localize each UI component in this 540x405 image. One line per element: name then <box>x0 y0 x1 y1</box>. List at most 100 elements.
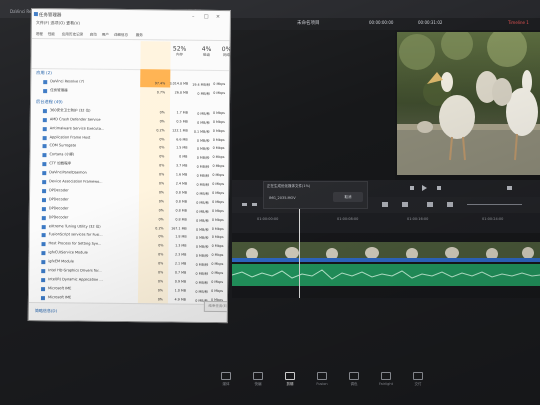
process-icon <box>42 117 47 122</box>
process-name: Intel(R) Dynamic Application ... <box>48 277 103 282</box>
process-icon <box>40 295 45 300</box>
process-icon <box>41 286 46 291</box>
page-tab-6[interactable]: 交付 <box>404 366 432 394</box>
page-tab-label: 媒体 <box>222 382 230 386</box>
stop-icon <box>410 186 414 190</box>
process-name: Intel HD Graphics Drivers for... <box>48 268 102 273</box>
process-icon <box>43 80 48 85</box>
process-icon <box>42 126 47 131</box>
fewer-details-link[interactable]: 简略信息(D) <box>35 308 57 314</box>
memory-value: 1.0 MB <box>174 288 187 293</box>
end-task-button[interactable]: 结束任务(E) <box>203 300 231 313</box>
process-icon <box>42 153 47 158</box>
group-header[interactable]: 后台进程 (49) <box>36 99 63 105</box>
page-tab-label: 剪辑 <box>286 382 294 386</box>
audio-clip[interactable] <box>231 264 540 286</box>
page-tab-label: Fusion <box>316 382 328 386</box>
page-tab-1[interactable]: 快编 <box>244 366 272 394</box>
process-icon <box>41 269 46 274</box>
process-name: DPDecoder <box>48 196 69 202</box>
group-header[interactable]: 应用 (2) <box>36 70 52 76</box>
network-value: 0 Mbps <box>211 270 224 276</box>
network-value: 0 Mbps <box>213 90 226 95</box>
source-timecode: 00:00:00:00 <box>369 20 394 25</box>
page-tab-5[interactable]: Fairlight <box>372 366 400 394</box>
page-icon <box>317 372 327 380</box>
process-name: igfxEM Module <box>48 259 74 264</box>
page-icon <box>413 372 423 380</box>
page-tab-2[interactable]: 剪辑 <box>276 366 304 394</box>
process-name: AMD Crash Defender Service <box>49 116 101 122</box>
process-icon <box>41 197 47 202</box>
network-value: 0 Mbps <box>211 253 224 258</box>
process-name: Microsoft IME <box>48 285 72 291</box>
page-icon <box>253 372 263 380</box>
network-value: 0 Mbps <box>212 128 225 133</box>
ruler-tick-1: 01:00:08:00 <box>337 217 359 221</box>
memory-value: 0.7 MB <box>174 270 187 275</box>
process-name: DaVinciPanelDaemon <box>49 170 87 175</box>
process-icon <box>41 233 46 238</box>
page-tab-0[interactable]: 媒体 <box>212 366 240 394</box>
cpu-value: 0% <box>158 208 164 213</box>
source-viewer <box>232 30 395 180</box>
cpu-value: 0% <box>159 163 165 168</box>
footer-bar <box>28 301 227 324</box>
process-name: DPDecoder <box>49 188 69 193</box>
process-icon <box>42 162 47 167</box>
memory-value: 6.6 MB <box>176 137 188 142</box>
fullscreen-icon <box>507 186 512 190</box>
page-tab-4[interactable]: 调色 <box>340 366 368 394</box>
process-name: DPDecoder <box>48 205 69 211</box>
cpu-value: 0% <box>158 261 164 266</box>
process-icon <box>42 171 47 176</box>
ruler-tick-2: 01:00:16:00 <box>407 217 429 221</box>
page-tab-label: 快编 <box>254 382 262 386</box>
network-value: 0 Mbps <box>211 279 224 284</box>
process-icon <box>41 215 46 220</box>
page-navigation-bar: 媒体 快编 剪辑 Fusion 调色 Fairlight 交付 <box>190 366 450 396</box>
play-icon <box>422 185 427 191</box>
process-name: Antimalware Service Executa... <box>49 125 105 131</box>
process-name: Cortana (小娜) <box>49 152 75 157</box>
process-name: eXtreme Tuning Utility (32 位) <box>48 223 101 229</box>
network-value: 0 Mbps <box>211 226 224 231</box>
memory-value: 1.7 MB <box>176 110 188 115</box>
network-value: 0 Mbps <box>212 190 225 195</box>
timeline-name[interactable]: Timeline 1 <box>508 20 529 25</box>
cpu-value: 0% <box>158 216 164 221</box>
timeline-viewer-frame[interactable] <box>397 32 540 175</box>
process-icon <box>41 278 46 283</box>
cpu-value: 0% <box>159 172 165 177</box>
ruler-tick-3: 01:00:24:00 <box>482 217 504 221</box>
audio-waveform <box>231 264 540 286</box>
cpu-value: 0% <box>159 119 165 124</box>
memory-value: 26.8 MB <box>174 90 189 95</box>
cpu-value: 0.2% <box>156 127 165 133</box>
page-tab-3[interactable]: Fusion <box>308 366 336 394</box>
process-icon <box>41 260 46 265</box>
process-name: 任务管理器 <box>50 88 68 93</box>
network-value: 0 Mbps <box>211 208 224 213</box>
process-icon <box>42 189 47 194</box>
page-icon <box>285 372 295 380</box>
cancel-button[interactable]: 取消 <box>333 192 363 202</box>
task-manager-window: 任务管理器 – □ × 文件(F) 选项(O) 查看(V) 进程 性能 应用历史记录… <box>27 8 231 324</box>
cpu-value: 0% <box>157 270 164 275</box>
process-icon <box>41 242 46 247</box>
page-icon <box>381 372 391 380</box>
video-clip[interactable] <box>232 242 540 262</box>
timeline-ruler[interactable]: 01:00:00:00 01:00:08:00 01:00:16:00 01:0… <box>232 213 540 233</box>
network-value: 0 Mbps <box>211 288 224 293</box>
cpu-value: 0% <box>158 252 164 257</box>
memory-value: 2.1 MB <box>174 261 187 266</box>
network-value: 0 Mbps <box>211 244 224 249</box>
process-icon <box>41 251 46 256</box>
process-name: COM Surrogate <box>49 143 77 148</box>
process-name: Microsoft IME <box>47 294 72 300</box>
cpu-value: 0% <box>158 243 164 248</box>
memory-value: 0 MB <box>179 154 188 159</box>
process-row[interactable]: 任务管理器 0.7% 26.8 MB 0 MB/秒 0 Mbps <box>31 87 229 97</box>
zoom-slider <box>467 204 522 205</box>
process-name: CTF 加载程序 <box>49 161 72 166</box>
